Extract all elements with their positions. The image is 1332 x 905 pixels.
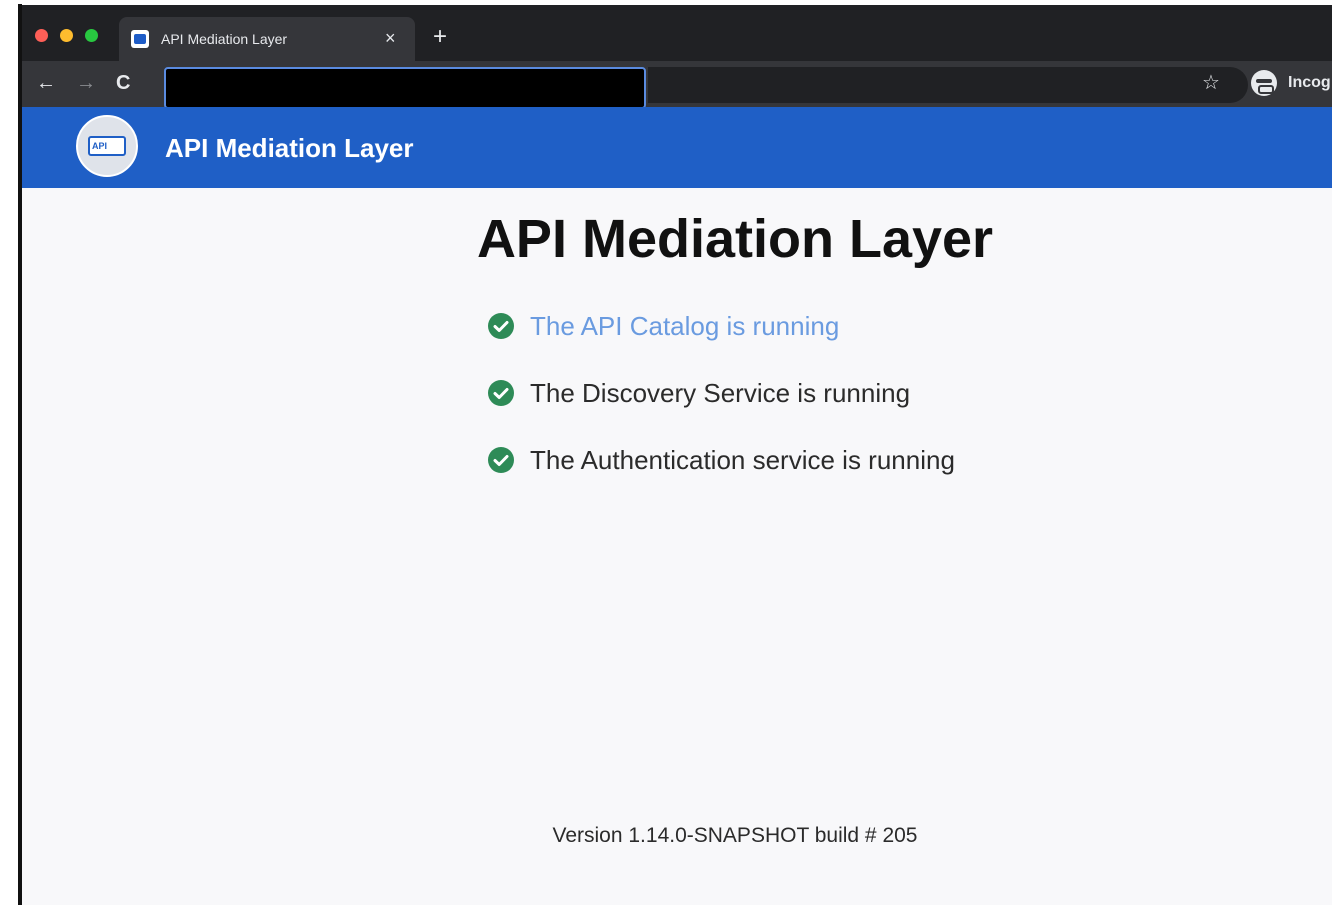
check-circle-icon — [488, 380, 514, 406]
browser-toolbar: ← → C ☆ Incog — [22, 61, 1332, 109]
check-circle-icon — [488, 447, 514, 473]
version-label: Version 1.14.0-SNAPSHOT build # 205 — [552, 824, 918, 847]
logo-text: API — [88, 136, 126, 156]
api-logo-icon[interactable]: API — [76, 115, 138, 177]
tab-strip: API Mediation Layer × + — [22, 5, 1332, 61]
incognito-label[interactable]: Incog — [1288, 74, 1331, 92]
api-catalog-link[interactable]: The API Catalog is running — [530, 308, 839, 344]
tab-api-mediation-layer[interactable]: API Mediation Layer × — [119, 17, 415, 61]
bookmark-star-icon[interactable]: ☆ — [1202, 71, 1220, 95]
new-tab-button[interactable]: + — [433, 25, 447, 49]
app-header: API API Mediation Layer — [22, 107, 1332, 188]
status-row-discovery-service: The Discovery Service is running — [488, 375, 955, 442]
back-arrow-icon[interactable]: ← — [36, 71, 56, 95]
forward-arrow-icon[interactable]: → — [76, 71, 96, 95]
reload-icon[interactable]: C — [116, 71, 130, 95]
status-list: The API Catalog is running The Discovery… — [488, 308, 955, 509]
status-row-authentication-service: The Authentication service is running — [488, 442, 955, 509]
tab-close-icon[interactable]: × — [385, 28, 396, 48]
app-header-title: API Mediation Layer — [165, 133, 414, 163]
tab-title: API Mediation Layer — [161, 31, 288, 47]
close-window-button[interactable] — [35, 29, 48, 42]
authentication-service-status: The Authentication service is running — [530, 445, 955, 475]
address-bar-background — [648, 67, 1248, 103]
incognito-icon[interactable] — [1251, 70, 1277, 96]
page-title: API Mediation Layer — [476, 209, 994, 269]
minimize-window-button[interactable] — [60, 29, 73, 42]
window-edge — [0, 0, 22, 905]
address-bar[interactable] — [164, 67, 646, 109]
status-row-api-catalog: The API Catalog is running — [488, 308, 955, 375]
browser-window: API Mediation Layer × + ← → C ☆ Incog AP… — [0, 0, 1332, 905]
check-circle-icon — [488, 313, 514, 339]
discovery-service-status: The Discovery Service is running — [530, 378, 911, 408]
main-content: API Mediation Layer The API Catalog is r… — [22, 188, 1332, 905]
maximize-window-button[interactable] — [85, 29, 98, 42]
favicon-icon — [131, 30, 149, 48]
